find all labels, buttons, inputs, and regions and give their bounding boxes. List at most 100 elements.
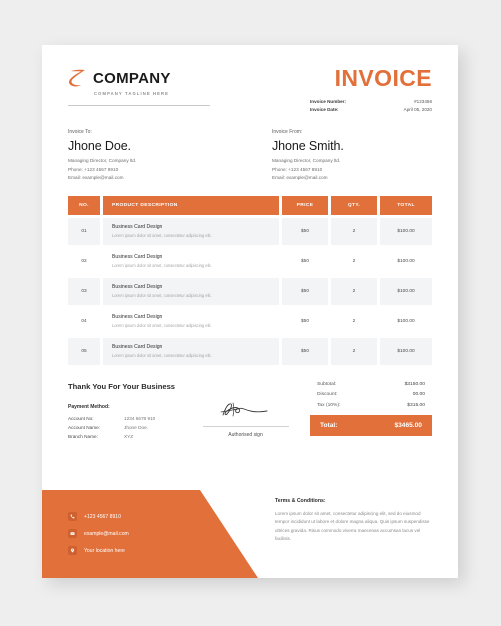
row-price: $50	[282, 277, 328, 305]
payment-branch-name-value: XYZ	[124, 433, 134, 439]
invoice-meta-list: Invoice Number: #123456 Invoice Date: Ap…	[310, 99, 432, 112]
parties-section: Invoice To: Jhone Doe. Managing Director…	[42, 115, 458, 184]
thank-you-note: Thank You For Your Business	[68, 381, 176, 391]
footer-email-row[interactable]: example@mail.com	[68, 529, 129, 538]
footer-contact-list: +123 4567 8910 example@mail.com Your loc…	[68, 512, 129, 563]
footer-phone-text: +123 4567 8910	[84, 513, 121, 520]
row-qty: 2	[331, 217, 377, 245]
invoice-from-email: Email: example@mail.com	[272, 175, 328, 180]
totals-block: Subtotal: $3150.00 Discount: 00.00 Tax (…	[309, 381, 432, 443]
signature-line	[202, 425, 289, 427]
column-header-price: PRICE	[282, 195, 328, 215]
row-total: $100.00	[397, 258, 415, 264]
invoice-from-label: Invoice From:	[272, 129, 303, 135]
terms-title: Terms & Conditions:	[275, 498, 326, 504]
invoice-number-value: #123456	[414, 99, 432, 104]
row-price: $50	[300, 318, 309, 324]
brand-tagline: COMPANY TAGLINE HERE	[94, 91, 170, 96]
row-description-sub: Lorem ipsum dolor sit amet, consectetur …	[112, 232, 212, 238]
invoice-to-email: Email: example@mail.com	[68, 175, 124, 180]
row-no: 03	[68, 277, 100, 305]
discount-value: 00.00	[412, 392, 425, 397]
handwritten-signature-icon	[203, 400, 289, 425]
row-total: $100.00	[397, 318, 415, 324]
discount-label: Discount:	[316, 392, 338, 397]
invoice-to-name: Jhone Doe.	[68, 139, 131, 153]
terms-block: Terms & Conditions: Lorem ipsum dolor si…	[275, 498, 435, 544]
grand-total-value: $3465.00	[394, 421, 422, 429]
payment-branch-name-label: Branch Name:	[68, 433, 98, 439]
payment-account-name-label: Account Name:	[68, 424, 101, 430]
subtotal-value: $3150.00	[404, 381, 425, 387]
terms-body: Lorem ipsum dolor sit amet, consectetur …	[275, 511, 430, 542]
row-no: 04	[81, 318, 87, 324]
row-description-title: Business Card Design	[112, 284, 163, 291]
table-header: NO. PRODUCT DESCRIPTION PRICE QTY. TOTAL	[68, 195, 432, 215]
footer-location-text: Your location here	[84, 547, 125, 554]
payment-account-no-label: Account No:	[68, 415, 94, 421]
invoice-header: COMPANY COMPANY TAGLINE HERE INVOICE Inv…	[42, 45, 458, 115]
table-row: 03 Business Card Design Lorem ipsum dolo…	[68, 277, 432, 305]
footer-email-text: example@mail.com	[84, 530, 129, 537]
brand-divider	[68, 105, 210, 106]
table-row: 04 Business Card Design Lorem ipsum dolo…	[68, 308, 432, 335]
row-qty: 2	[331, 337, 377, 365]
column-header-no: NO.	[68, 195, 100, 215]
grand-total-label: Total:	[319, 421, 338, 429]
invoice-page: COMPANY COMPANY TAGLINE HERE INVOICE Inv…	[42, 45, 458, 578]
invoice-date-label: Invoice Date:	[310, 107, 339, 112]
payment-account-name-row: Account Name: Jhone Doe.	[68, 425, 175, 430]
column-header-description: PRODUCT DESCRIPTION	[112, 202, 178, 208]
grand-total-bar: Total: $3465.00	[309, 414, 432, 436]
subtotal-label: Subtotal:	[316, 381, 337, 387]
row-description-sub: Lorem ipsum dolor sit amet, consectetur …	[112, 352, 212, 358]
invoice-date-value: April 05, 2020	[403, 107, 432, 112]
signature-block: Authorised sign	[202, 400, 289, 443]
column-header-total: TOTAL	[380, 195, 432, 215]
brand-name: COMPANY	[93, 69, 171, 87]
row-price: $50	[282, 217, 328, 245]
payment-account-name-value: Jhone Doe.	[124, 424, 148, 430]
z-mark-logo-icon	[68, 67, 88, 89]
invoice-to-block: Invoice To: Jhone Doe. Managing Director…	[68, 129, 228, 184]
row-total: $100.00	[380, 337, 432, 365]
row-qty: 2	[352, 318, 356, 324]
invoice-footer: +123 4567 8910 example@mail.com Your loc…	[42, 490, 458, 578]
invoice-date-row: Invoice Date: April 05, 2020	[310, 107, 432, 112]
tax-value: $315.00	[407, 402, 425, 408]
row-description-title: Business Card Design	[112, 344, 163, 351]
invoice-number-row: Invoice Number: #123456	[310, 99, 432, 104]
phone-icon	[68, 512, 77, 521]
payment-branch-name-row: Branch Name: XYZ	[68, 434, 175, 439]
invoice-from-role: Managing Director, Company ltd.	[272, 158, 341, 163]
payment-block: Thank You For Your Business Payment Meth…	[68, 382, 175, 443]
row-price: $50	[282, 337, 328, 365]
table-row: 05 Business Card Design Lorem ipsum dolo…	[68, 337, 432, 365]
row-description-sub: Lorem ipsum dolor sit amet, consectetur …	[112, 292, 212, 298]
table-row: 02 Business Card Design Lorem ipsum dolo…	[68, 248, 432, 275]
invoice-to-role: Managing Director, Company ltd.	[68, 158, 137, 163]
row-total: $100.00	[380, 217, 432, 245]
row-no: 05	[68, 337, 100, 365]
location-pin-icon	[68, 546, 77, 555]
invoice-from-phone: Phone: +123 4567 8910	[272, 166, 323, 172]
row-price: $50	[300, 258, 309, 264]
payment-account-no-row: Account No: 1234 5678 910	[68, 416, 175, 421]
invoice-from-name: Jhone Smith.	[272, 139, 344, 153]
row-description-title: Business Card Design	[112, 224, 163, 231]
row-qty: 2	[352, 258, 356, 264]
invoice-number-label: Invoice Number:	[310, 99, 346, 104]
row-total: $100.00	[380, 277, 432, 305]
footer-location-row[interactable]: Your location here	[68, 546, 129, 555]
footer-phone-row[interactable]: +123 4567 8910	[68, 512, 129, 521]
invoice-from-block: Invoice From: Jhone Smith. Managing Dire…	[272, 129, 432, 184]
payment-account-no-value: 1234 5678 910	[124, 415, 156, 421]
summary-section: Thank You For Your Business Payment Meth…	[42, 368, 458, 443]
invoice-title: INVOICE	[334, 65, 432, 91]
row-qty: 2	[331, 277, 377, 305]
signature-label: Authorised sign	[228, 431, 263, 438]
envelope-icon	[68, 529, 77, 538]
row-description-title: Business Card Design	[112, 314, 163, 321]
row-description-title: Business Card Design	[112, 254, 163, 261]
tax-label: Tax (10%):	[316, 402, 341, 408]
